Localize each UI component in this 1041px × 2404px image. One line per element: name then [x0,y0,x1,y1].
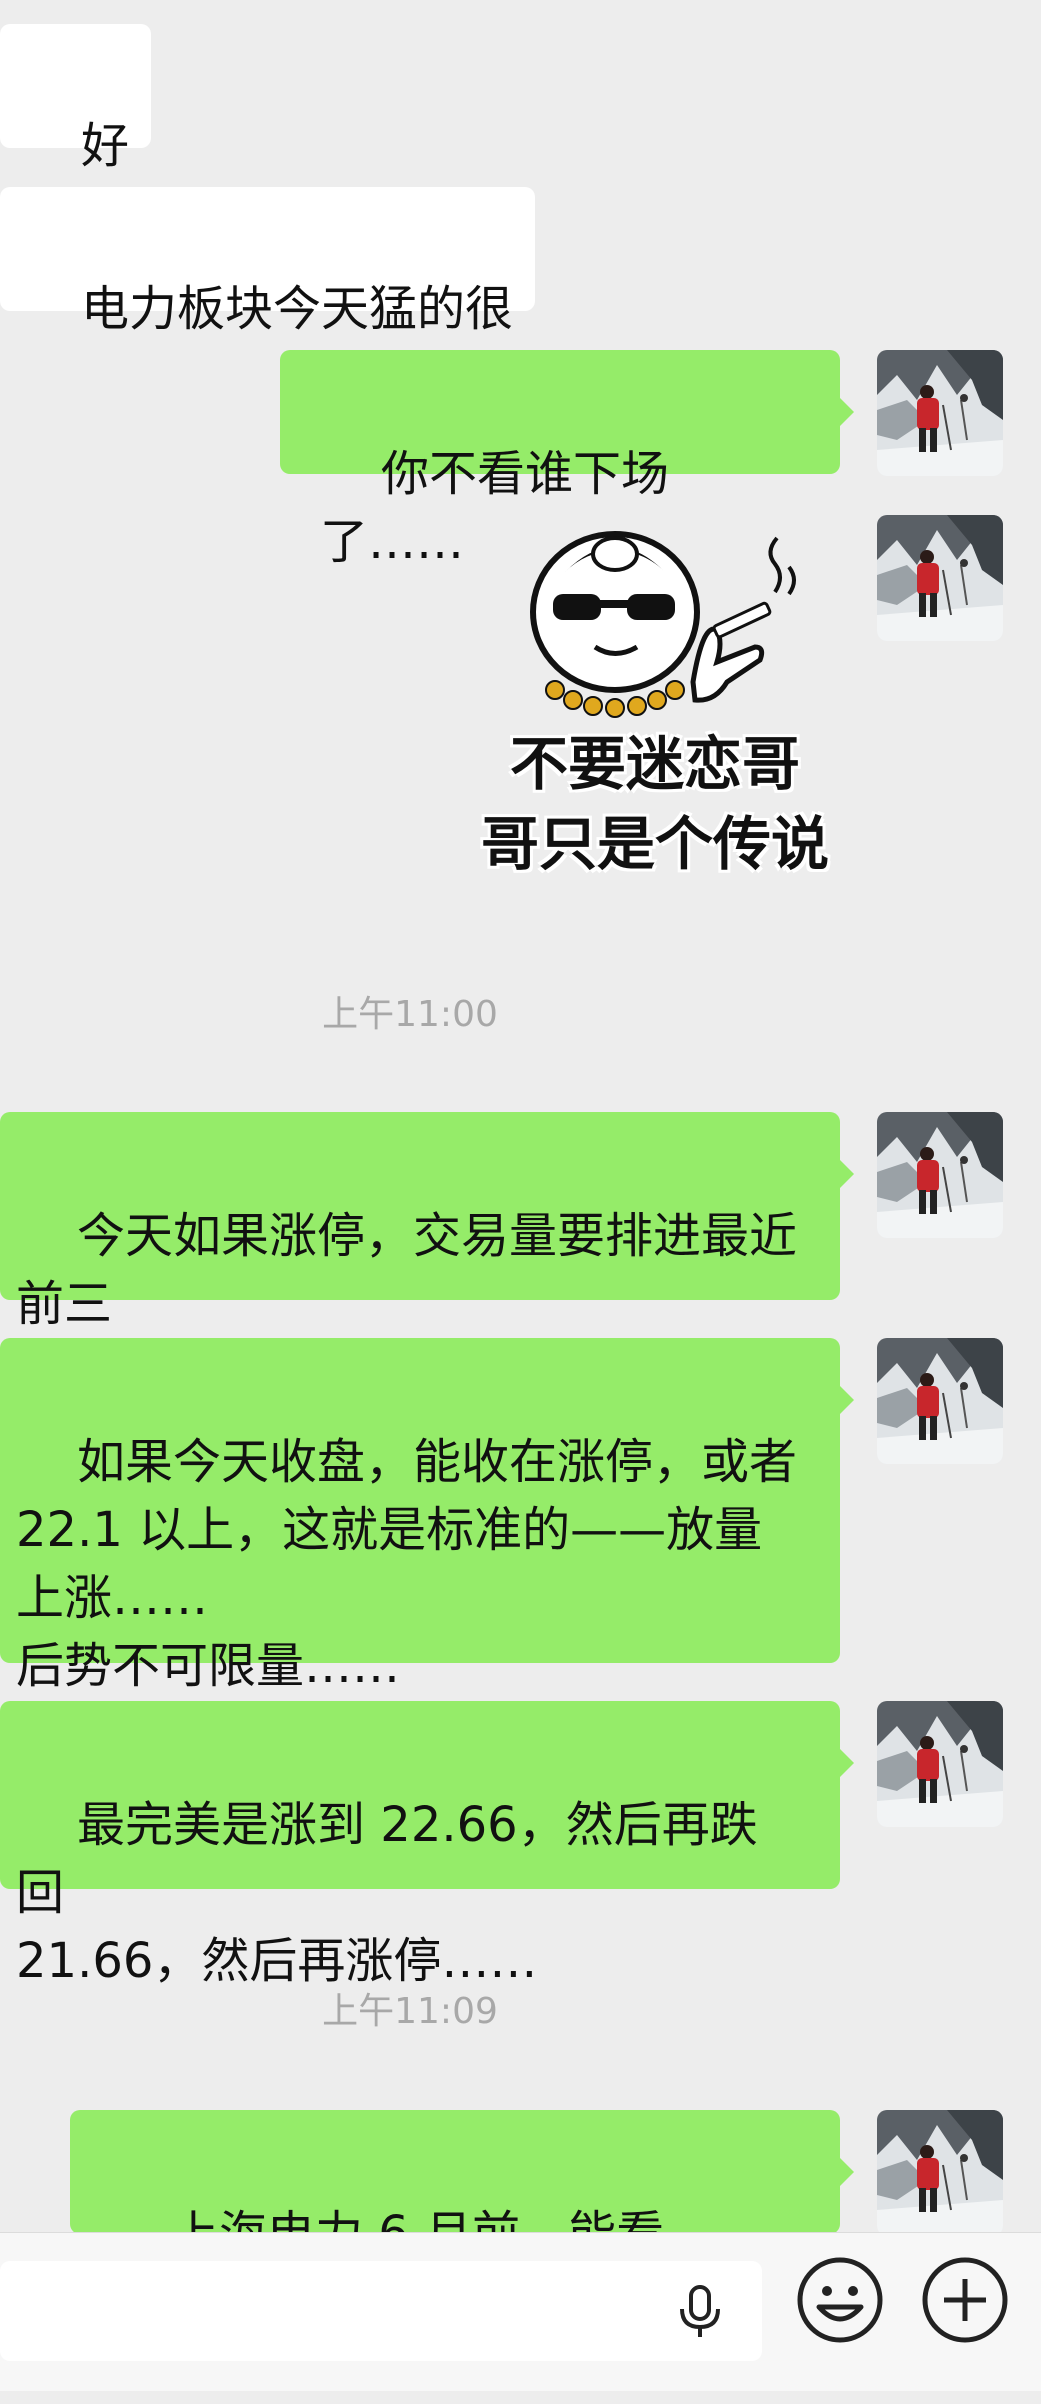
sticker-caption: 哥只是个传说 [480,810,829,878]
chat-area[interactable]: 好 电力板块今天猛的很 你不看谁下场了…… 不要迷恋哥 哥只是个传说 上午11:… [0,0,1041,2330]
plus-icon[interactable] [920,2255,1010,2345]
outgoing-message[interactable]: 今天如果涨停，交易量要排进最近 前三 [0,1112,854,1332]
outgoing-message[interactable]: 上海电力 6 月前，能看到…… [70,2110,854,2330]
timestamp: 上午11:09 [322,1991,498,2032]
message-text: 今天如果涨停，交易量要排进最近 前三 [16,1208,798,1332]
sticker-image[interactable]: 不要迷恋哥 哥只是个传说 [455,512,855,892]
smiley-icon[interactable] [795,2255,885,2345]
avatar[interactable] [877,1338,1003,1464]
message-text: 如果今天收盘，能收在涨停，或者 22.1 以上，这就是标准的——放量 上涨…… … [16,1434,798,1694]
outgoing-message[interactable]: 你不看谁下场了…… [280,350,854,570]
avatar[interactable] [877,350,1003,476]
message-text: 好 [81,118,130,174]
message-text: 电力板块今天猛的很 [81,281,514,337]
message-input[interactable] [0,2261,762,2361]
outgoing-message[interactable]: 最完美是涨到 22.66，然后再跌回 21.66，然后再涨停…… [0,1701,854,1989]
avatar[interactable] [877,515,1003,641]
input-bar [0,2232,1041,2391]
message-text: 最完美是涨到 22.66，然后再跌回 21.66，然后再涨停…… [16,1797,758,1989]
avatar[interactable] [877,1701,1003,1827]
sticker-caption: 不要迷恋哥 [509,730,800,798]
avatar[interactable] [877,1112,1003,1238]
timestamp: 上午11:00 [322,994,498,1035]
sticker-face-icon [530,531,796,718]
avatar[interactable] [877,2110,1003,2236]
incoming-message[interactable]: 电力板块今天猛的很 [0,187,536,337]
incoming-message[interactable]: 好 [0,24,152,174]
outgoing-message[interactable]: 如果今天收盘，能收在涨停，或者 22.1 以上，这就是标准的——放量 上涨…… … [0,1338,854,1694]
microphone-icon[interactable] [672,2283,728,2339]
